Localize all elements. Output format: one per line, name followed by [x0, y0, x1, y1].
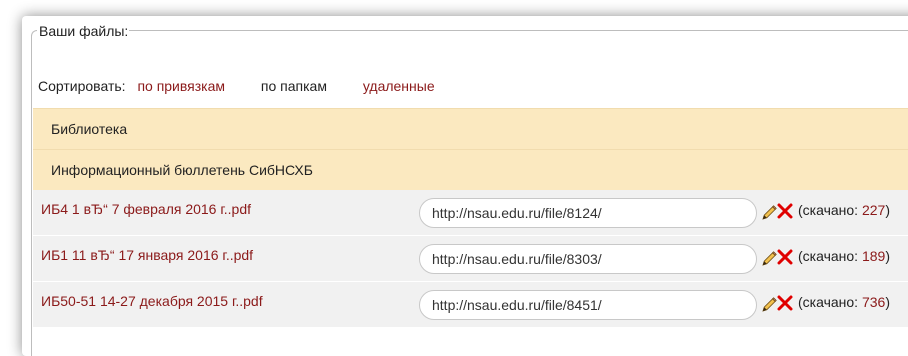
- download-count-suffix: ): [885, 294, 890, 310]
- file-row: ИБ1 11 вЂ“ 17 января 2016 г..pdf (скачан…: [33, 236, 908, 282]
- file-name-link[interactable]: ИБ4 1 вЂ“ 7 февраля 2016 г..pdf: [41, 201, 251, 217]
- download-count-prefix: (скачано:: [798, 248, 862, 264]
- file-url-field[interactable]: [419, 198, 757, 228]
- close-icon[interactable]: [776, 294, 794, 312]
- download-count-value: 189: [861, 248, 886, 264]
- download-count: (скачано: 227): [798, 202, 890, 218]
- sort-by-links-link[interactable]: по привязкам: [137, 77, 225, 95]
- close-icon[interactable]: [776, 248, 794, 266]
- folder-label: Библиотека: [51, 121, 128, 137]
- download-count-prefix: (скачано:: [798, 294, 862, 310]
- folder-row-library[interactable]: Библиотека: [33, 108, 908, 149]
- sort-by-folders-link[interactable]: по папкам: [261, 77, 327, 95]
- file-url-field[interactable]: [419, 290, 757, 320]
- download-count: (скачано: 189): [798, 248, 890, 264]
- download-count-suffix: ): [885, 202, 890, 218]
- files-window: Ваши файлы: Сортировать: по привязкам по…: [22, 16, 908, 356]
- download-count-value: 736: [861, 294, 886, 310]
- file-name-link[interactable]: ИБ1 11 вЂ“ 17 января 2016 г..pdf: [41, 247, 253, 263]
- download-count: (скачано: 736): [798, 294, 890, 310]
- close-icon[interactable]: [776, 202, 794, 220]
- folder-row-bulletin[interactable]: Информационный бюллетень СибНСХБ: [33, 149, 908, 190]
- file-row: ИБ50-51 14-27 декабря 2015 г..pdf (скача…: [33, 282, 908, 328]
- file-name-link[interactable]: ИБ50-51 14-27 декабря 2015 г..pdf: [41, 293, 263, 309]
- files-fieldset: Ваши файлы: Сортировать: по привязкам по…: [31, 22, 908, 356]
- file-url-field[interactable]: [419, 244, 757, 274]
- download-count-value: 227: [861, 202, 886, 218]
- files-legend: Ваши файлы:: [37, 22, 130, 40]
- file-row: ИБ4 1 вЂ“ 7 февраля 2016 г..pdf (скачано…: [33, 190, 908, 236]
- download-count-suffix: ): [885, 248, 890, 264]
- sort-bar: Сортировать: по привязкам по папкам удал…: [38, 77, 435, 95]
- sort-label: Сортировать:: [38, 78, 126, 94]
- folder-label: Информационный бюллетень СибНСХБ: [51, 162, 313, 178]
- sort-deleted-link[interactable]: удаленные: [363, 77, 435, 95]
- download-count-prefix: (скачано:: [798, 202, 862, 218]
